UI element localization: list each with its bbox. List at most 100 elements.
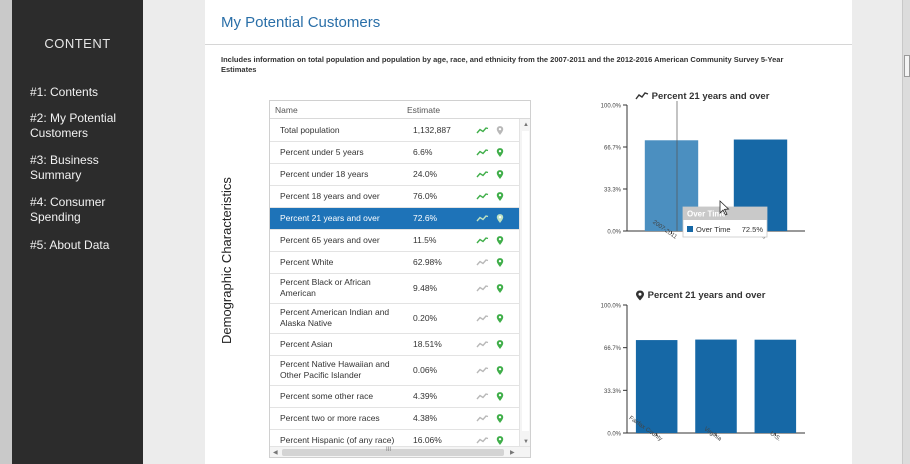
row-name: Percent Hispanic (of any race) [280,435,395,445]
table-horizontal-scroll-thumb[interactable]: III [282,447,504,456]
sidebar-item-business-summary[interactable]: #3: Business Summary [30,153,140,183]
bar[interactable] [695,339,737,433]
map-pin-icon[interactable] [496,191,504,204]
map-pin-icon[interactable] [496,365,504,378]
y-tick-label: 0.0% [607,432,621,438]
map-pin-icon[interactable] [496,147,504,160]
bar[interactable] [754,339,797,433]
right-gutter [852,0,902,464]
table-row[interactable]: Percent under 18 years 24.0% [270,164,519,186]
trend-chart-icon[interactable] [476,366,489,377]
map-pin-icon[interactable] [496,391,504,404]
row-estimate: 16.06% [413,435,442,445]
table-row[interactable]: Total population 1,132,887 [270,120,519,142]
sidebar-item-about-data[interactable]: #5: About Data [30,238,140,253]
trend-chart-icon[interactable] [476,148,489,159]
column-header-name[interactable]: Name [275,105,298,115]
sidebar-title: CONTENT [44,36,111,51]
table-row[interactable]: Percent 18 years and over 76.0% [270,186,519,208]
scroll-grip-mark: III [386,447,392,453]
table-row[interactable]: Percent 21 years and over 72.6% [270,208,519,230]
row-name: Percent Native Hawaiian and Other Pacifi… [280,359,390,380]
title-divider [205,44,852,45]
sidebar-item-contents[interactable]: #1: Contents [30,85,140,100]
window-left-edge [0,0,12,464]
trend-chart-icon[interactable] [476,214,489,225]
section-label: Demographic Characteristics [219,177,234,344]
map-pin-icon[interactable] [496,169,504,182]
scroll-up-arrow-icon[interactable]: ▲ [523,122,529,128]
chart-geography: 0.0%33.3%66.7%100.0%Fairfax County Virgin… [601,304,805,443]
table-vertical-scroll-thumb[interactable] [522,131,529,431]
sidebar-item-my-potential-customers[interactable]: #2: My Potential Customers [30,111,140,141]
row-estimate: 76.0% [413,191,438,201]
table-row[interactable]: Percent some other race 4.39% [270,386,519,408]
scroll-right-arrow-icon[interactable]: ▶ [510,449,515,456]
y-tick-label: 66.7% [604,146,622,152]
trend-chart-icon[interactable] [476,126,489,137]
map-pin-icon[interactable] [496,413,504,426]
table-row[interactable]: Percent Native Hawaiian and Other Pacifi… [270,356,519,386]
table-horizontal-scrollbar[interactable]: ◀ III ▶ [270,446,530,457]
trend-chart-icon[interactable] [476,284,489,295]
map-pin-icon[interactable] [496,339,504,352]
row-estimate: 72.6% [413,213,438,223]
trend-chart-icon[interactable] [476,340,489,351]
table-row[interactable]: Percent 65 years and over 11.5% [270,230,519,252]
row-name: Percent under 5 years [280,147,364,157]
map-pin-icon[interactable] [496,235,504,248]
trend-chart-icon[interactable] [476,314,489,325]
table-header: Name Estimate [270,101,530,119]
map-pin-icon[interactable] [496,283,504,296]
window-scrollbar-grip[interactable] [904,55,910,77]
row-name: Percent 65 years and over [280,235,380,245]
map-pin-icon[interactable] [496,313,504,326]
table-row[interactable]: Percent White 62.98% [270,252,519,274]
row-estimate: 18.51% [413,339,442,349]
window-scrollbar[interactable] [902,0,910,464]
trend-chart-icon[interactable] [476,236,489,247]
main-content: My Potential Customers Includes informat… [205,0,852,464]
row-estimate: 0.06% [413,365,438,375]
table-row[interactable]: Percent Black or African American 9.48% [270,274,519,304]
trend-chart-icon[interactable] [476,258,489,269]
row-name: Percent two or more races [280,413,380,423]
page-title: My Potential Customers [221,14,381,31]
row-estimate: 4.38% [413,413,438,423]
row-name: Percent Asian [280,339,333,349]
trend-chart-icon[interactable] [476,170,489,181]
demographics-table: Name Estimate Total population 1,132,887 P… [269,100,531,458]
trend-chart-icon[interactable] [476,414,489,425]
row-estimate: 4.39% [413,391,438,401]
map-pin-icon[interactable] [496,257,504,270]
y-tick-label: 100.0% [601,104,622,110]
column-header-estimate[interactable]: Estimate [407,105,440,115]
tooltip-swatch [687,226,693,232]
table-row[interactable]: Percent under 5 years 6.6% [270,142,519,164]
tooltip-series: Over Time [696,225,731,234]
trend-chart-icon[interactable] [476,392,489,403]
row-name: Percent under 18 years [280,169,369,179]
row-name: Percent American Indian and Alaska Nativ… [280,307,390,328]
row-estimate: 24.0% [413,169,438,179]
bar[interactable] [635,340,678,433]
row-name: Percent White [280,257,334,267]
trend-chart-icon[interactable] [476,192,489,203]
row-name: Percent 21 years and over [280,213,380,223]
row-name: Percent some other race [280,391,374,401]
row-estimate: 62.98% [413,257,442,267]
table-row[interactable]: Percent two or more races 4.38% [270,408,519,430]
page-description: Includes information on total population… [221,55,784,74]
left-gutter [143,0,205,464]
row-name: Percent Black or African American [280,277,371,298]
row-estimate: 0.20% [413,313,438,323]
map-pin-icon[interactable] [496,125,504,138]
sidebar-item-consumer-spending[interactable]: #4: Consumer Spending [30,195,140,225]
table-row[interactable]: Percent Asian 18.51% [270,334,519,356]
scroll-down-arrow-icon[interactable]: ▼ [523,439,529,445]
map-pin-icon[interactable] [496,213,504,226]
scroll-left-arrow-icon[interactable]: ◀ [273,449,278,456]
table-vertical-scrollbar[interactable]: ▲ ▼ [519,119,530,449]
chart-trend: 0.0%33.3%66.7%100.0%2007-20112012-2016Ov… [601,101,805,241]
table-row[interactable]: Percent American Indian and Alaska Nativ… [270,304,519,334]
